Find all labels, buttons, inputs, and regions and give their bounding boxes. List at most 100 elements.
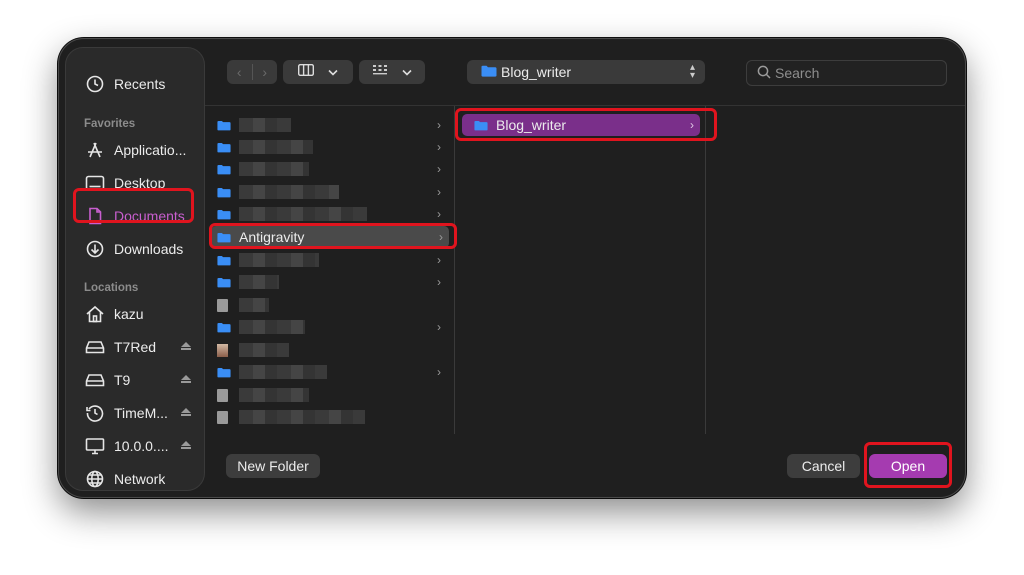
- chevron-right-icon: ›: [437, 162, 441, 176]
- column-view-button[interactable]: [283, 60, 353, 84]
- folder-row-blog-writer[interactable]: Blog_writer ›: [462, 114, 700, 136]
- sidebar-item-label: 10.0.0....: [114, 438, 169, 454]
- globe-icon: [84, 468, 106, 490]
- folder-row-antigravity[interactable]: Antigravity ›: [211, 226, 449, 248]
- sidebar-item-network[interactable]: Network: [74, 466, 198, 492]
- folder-icon: [217, 187, 231, 197]
- sidebar-item-label: Recents: [114, 76, 166, 92]
- redacted-name: [239, 140, 313, 154]
- column-browser: › › › › › Antigravity › › › › › Blog_wri…: [205, 105, 965, 434]
- columns-icon: [297, 63, 315, 81]
- redacted-name: [239, 275, 279, 289]
- path-popup-label: Blog_writer: [501, 64, 572, 80]
- folder-row[interactable]: ›: [217, 316, 447, 338]
- image-file-icon: [217, 343, 228, 357]
- chevron-right-icon: ›: [437, 320, 441, 334]
- sidebar-item-downloads[interactable]: Downloads: [74, 236, 198, 262]
- folder-icon: [217, 142, 231, 152]
- sidebar-item-desktop[interactable]: Desktop: [74, 170, 198, 196]
- folder-row[interactable]: ›: [217, 114, 447, 136]
- file-row[interactable]: [217, 406, 447, 428]
- document-icon: [84, 205, 106, 227]
- chevron-right-icon: ›: [437, 275, 441, 289]
- chevron-right-icon[interactable]: ›: [253, 64, 278, 80]
- sidebar-item-t7red[interactable]: T7Red: [74, 334, 198, 360]
- redacted-name: [239, 320, 305, 334]
- sidebar-item-label: Documents: [114, 208, 185, 224]
- document-icon: [217, 410, 228, 424]
- redacted-name: [239, 185, 339, 199]
- eject-icon[interactable]: [180, 441, 192, 451]
- applications-icon: [84, 139, 106, 161]
- folder-row[interactable]: ›: [217, 136, 447, 158]
- folder-icon: [217, 277, 231, 287]
- sidebar-section-favorites: Favorites: [84, 118, 136, 130]
- redacted-name: [239, 298, 269, 312]
- folder-icon: [217, 232, 231, 242]
- folder-row[interactable]: ›: [217, 158, 447, 180]
- sidebar-item-documents[interactable]: Documents: [74, 203, 198, 229]
- sidebar-item-t9[interactable]: T9: [74, 367, 198, 393]
- sidebar-item-label: Desktop: [114, 175, 166, 191]
- home-icon: [84, 303, 106, 325]
- file-row[interactable]: [217, 339, 447, 361]
- sidebar-item-label: T9: [114, 372, 131, 388]
- file-row[interactable]: [217, 384, 447, 406]
- redacted-name: [239, 253, 319, 267]
- sidebar-item-label: T7Red: [114, 339, 157, 355]
- drive-icon: [84, 336, 106, 358]
- search-input[interactable]: Search: [746, 60, 947, 86]
- back-forward-control[interactable]: ‹ ›: [227, 60, 277, 84]
- redacted-name: [239, 388, 309, 402]
- redacted-name: [239, 365, 327, 379]
- folder-name: Blog_writer: [496, 117, 567, 133]
- redacted-name: [239, 207, 367, 221]
- up-down-chevron-icon: ▴ ▾: [689, 62, 695, 81]
- eject-icon[interactable]: [180, 408, 192, 418]
- chevron-down-icon: [328, 63, 338, 81]
- time-machine-icon: [84, 402, 106, 424]
- chevron-right-icon: ›: [437, 253, 441, 267]
- chevron-right-icon: ›: [439, 230, 443, 244]
- folder-row[interactable]: ›: [217, 181, 447, 203]
- folder-row[interactable]: ›: [217, 271, 447, 293]
- folder-row[interactable]: ›: [217, 361, 447, 383]
- redacted-name: [239, 162, 309, 176]
- file-row[interactable]: [217, 294, 447, 316]
- folder-icon: [217, 322, 231, 332]
- downloads-icon: [84, 238, 106, 260]
- eject-icon[interactable]: [180, 342, 192, 352]
- sidebar: Recents Favorites Applicatio... Desktop …: [65, 47, 205, 491]
- sidebar-item-label: Downloads: [114, 241, 184, 257]
- grid-icon: [372, 63, 388, 81]
- folder-icon: [474, 120, 488, 130]
- sidebar-item-network-share[interactable]: 10.0.0....: [74, 433, 198, 459]
- file-open-dialog: Recents Favorites Applicatio... Desktop …: [58, 38, 966, 498]
- cancel-button[interactable]: Cancel: [787, 454, 860, 478]
- monitor-icon: [84, 435, 106, 457]
- browser-column-1: › › › › › Antigravity › › › › ›: [205, 106, 455, 434]
- sidebar-item-recents[interactable]: Recents: [74, 71, 198, 97]
- redacted-name: [239, 343, 289, 357]
- eject-icon[interactable]: [180, 375, 192, 385]
- path-popup-button[interactable]: Blog_writer ▴ ▾: [467, 60, 705, 84]
- redacted-name: [239, 118, 291, 132]
- new-folder-button[interactable]: New Folder: [226, 454, 320, 478]
- browser-column-2: Blog_writer ›: [456, 106, 706, 434]
- folder-icon: [217, 367, 231, 377]
- clock-icon: [84, 73, 106, 95]
- folder-icon: [217, 164, 231, 174]
- folder-row[interactable]: ›: [217, 203, 447, 225]
- group-view-button[interactable]: [359, 60, 425, 84]
- document-icon: [217, 298, 228, 312]
- chevron-left-icon[interactable]: ‹: [227, 64, 252, 80]
- sidebar-item-timemachine[interactable]: TimeM...: [74, 400, 198, 426]
- sidebar-item-label: TimeM...: [114, 405, 168, 421]
- search-icon: [757, 65, 771, 82]
- sidebar-item-kazu[interactable]: kazu: [74, 301, 198, 327]
- chevron-down-icon: [402, 63, 412, 81]
- sidebar-item-applications[interactable]: Applicatio...: [74, 137, 198, 163]
- folder-row[interactable]: ›: [217, 249, 447, 271]
- folder-icon: [481, 64, 497, 80]
- open-button[interactable]: Open: [869, 454, 947, 478]
